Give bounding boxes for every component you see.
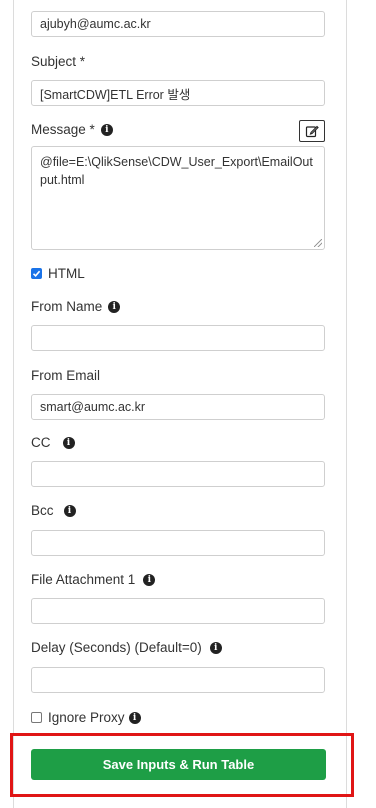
info-icon[interactable]: i [62, 437, 75, 449]
from-name-field[interactable] [31, 325, 325, 351]
subject-field[interactable]: [SmartCDW]ETL Error 발생 [31, 80, 325, 106]
to-field[interactable]: ajubyh@aumc.ac.kr [31, 11, 325, 37]
from-email-value: smart@aumc.ac.kr [40, 400, 146, 414]
to-field-value: ajubyh@aumc.ac.kr [40, 17, 151, 31]
attachment-label: File Attachment 1 i [31, 572, 156, 588]
save-run-button[interactable]: Save Inputs & Run Table [31, 749, 326, 780]
save-run-button-label: Save Inputs & Run Table [102, 757, 255, 772]
info-icon[interactable]: i [108, 301, 121, 313]
from-name-label-text: From Name [31, 299, 103, 314]
cc-label: CC i [31, 435, 75, 451]
message-field-value: @file=E:\QlikSense\CDW_User_Export\Email… [40, 155, 313, 187]
ignore-proxy-option[interactable]: Ignore Proxy i [31, 710, 141, 725]
info-icon[interactable]: i [143, 574, 156, 586]
subject-label: Subject * [31, 54, 85, 70]
html-checkbox[interactable] [31, 268, 42, 279]
check-icon [32, 270, 41, 277]
edit-icon [305, 125, 319, 138]
subject-label-text: Subject * [31, 54, 86, 69]
cc-field[interactable] [31, 461, 325, 487]
html-option[interactable]: HTML [31, 266, 85, 281]
info-icon[interactable]: i [63, 505, 76, 517]
bcc-label: Bcc i [31, 503, 76, 519]
delay-label-text: Delay (Seconds) (Default=0) [31, 640, 202, 655]
info-icon[interactable]: i [128, 711, 141, 724]
resize-handle[interactable] [314, 239, 322, 247]
from-name-label: From Name i [31, 299, 121, 315]
delay-label: Delay (Seconds) (Default=0) i [31, 640, 222, 656]
from-email-label-text: From Email [31, 368, 101, 383]
html-checkbox-label: HTML [48, 266, 85, 281]
info-icon[interactable]: i [100, 124, 113, 136]
ignore-proxy-label: Ignore Proxy [48, 710, 125, 725]
message-label-text: Message * [31, 122, 95, 137]
message-label: Message * i [31, 122, 113, 138]
from-email-field[interactable]: smart@aumc.ac.kr [31, 394, 325, 420]
message-field[interactable]: @file=E:\QlikSense\CDW_User_Export\Email… [31, 146, 325, 250]
edit-message-button[interactable] [299, 120, 325, 142]
from-email-label: From Email [31, 368, 100, 384]
bcc-field[interactable] [31, 530, 325, 556]
info-icon[interactable]: i [209, 642, 222, 654]
subject-field-value: [SmartCDW]ETL Error 발생 [40, 87, 191, 102]
delay-field[interactable] [31, 667, 325, 693]
attachment-label-text: File Attachment 1 [31, 572, 136, 587]
attachment-field[interactable] [31, 598, 325, 624]
cc-label-text: CC [31, 435, 51, 450]
ignore-proxy-checkbox[interactable] [31, 712, 42, 723]
bcc-label-text: Bcc [31, 503, 54, 518]
